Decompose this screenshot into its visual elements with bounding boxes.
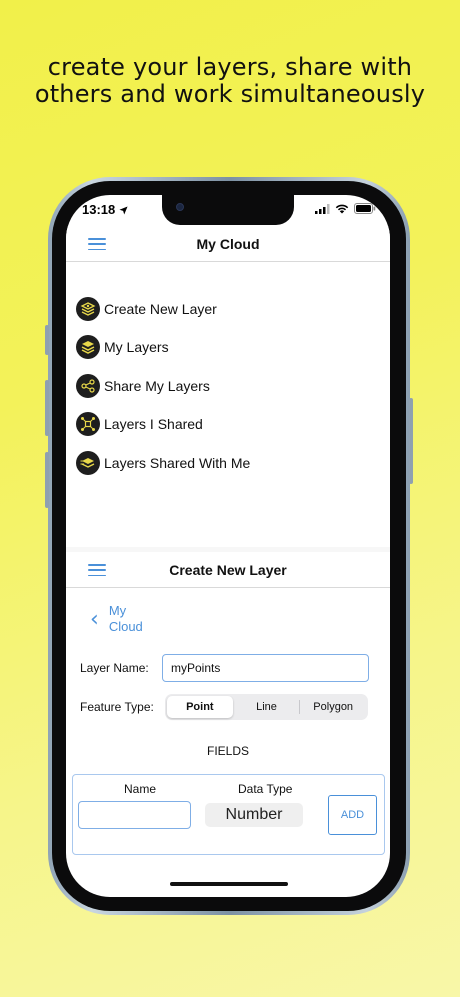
phone-volume-up	[45, 380, 49, 436]
menu-item-share-my-layers[interactable]: Share My Layers	[76, 373, 250, 398]
menu-item-label: Layers Shared With Me	[104, 454, 251, 471]
segment-point[interactable]: Point	[167, 696, 233, 718]
promo-headline: create your layers, share with others an…	[0, 54, 460, 108]
menu-item-label: My Layers	[104, 339, 169, 355]
phone-volume-down	[45, 452, 49, 508]
layer-name-input[interactable]: myPoints	[162, 654, 369, 682]
back-button[interactable]: ‹ My Cloud	[90, 603, 143, 635]
phone-silent-switch	[45, 325, 49, 355]
phone-screen: 13:18 My Cloud Create New Layer My Layer…	[66, 195, 390, 897]
back-label: My Cloud	[108, 603, 143, 634]
fields-heading: FIELDS	[206, 744, 249, 758]
wifi-icon	[335, 204, 349, 213]
menu-item-label: Layers I Shared	[104, 416, 203, 432]
incoming-layers-icon	[76, 450, 100, 475]
data-type-column-header: Data Type	[238, 782, 293, 796]
feature-type-segmented-control: Point Line Polygon	[165, 694, 368, 720]
name-column-header: Name	[124, 782, 157, 796]
layer-name-label: Layer Name:	[80, 661, 149, 675]
headline-line-2: others and work simultaneously	[34, 80, 426, 108]
status-icons	[315, 203, 376, 214]
menu-item-create-new-layer[interactable]: Create New Layer	[76, 296, 250, 321]
menu-item-label: Create New Layer	[104, 300, 217, 317]
create-layer-nav-bar: Create New Layer	[66, 552, 390, 588]
segment-polygon[interactable]: Polygon	[300, 696, 366, 718]
page-title: My Cloud	[196, 236, 260, 252]
menu-item-layers-i-shared[interactable]: Layers I Shared	[76, 412, 250, 437]
battery-icon	[354, 203, 376, 214]
home-indicator[interactable]	[170, 882, 288, 886]
menu-item-my-layers[interactable]: My Layers	[76, 335, 250, 360]
cellular-signal-icon	[315, 203, 330, 214]
create-layer-icon	[76, 296, 100, 321]
page-title: Create New Layer	[169, 562, 287, 578]
front-camera	[176, 203, 184, 211]
shared-network-icon	[76, 412, 100, 436]
segment-line[interactable]: Line	[234, 696, 300, 718]
status-time: 13:18	[82, 202, 128, 217]
my-cloud-nav-bar: My Cloud	[66, 226, 390, 262]
share-icon	[76, 373, 100, 398]
add-field-button[interactable]: ADD	[328, 795, 377, 835]
phone-power-button	[409, 398, 413, 484]
field-name-input[interactable]	[78, 801, 191, 829]
menu-item-layers-shared-with-me[interactable]: Layers Shared With Me	[76, 450, 250, 475]
headline-line-1: create your layers, share with	[47, 53, 413, 81]
cloud-menu: Create New Layer My Layers Share My Laye…	[76, 296, 250, 489]
layers-stack-icon	[76, 335, 100, 359]
data-type-picker[interactable]: Number	[205, 803, 303, 827]
feature-type-label: Feature Type:	[80, 700, 154, 714]
location-arrow-icon	[119, 206, 128, 215]
chevron-left-icon: ‹	[90, 607, 99, 632]
menu-item-label: Share My Layers	[104, 377, 210, 394]
